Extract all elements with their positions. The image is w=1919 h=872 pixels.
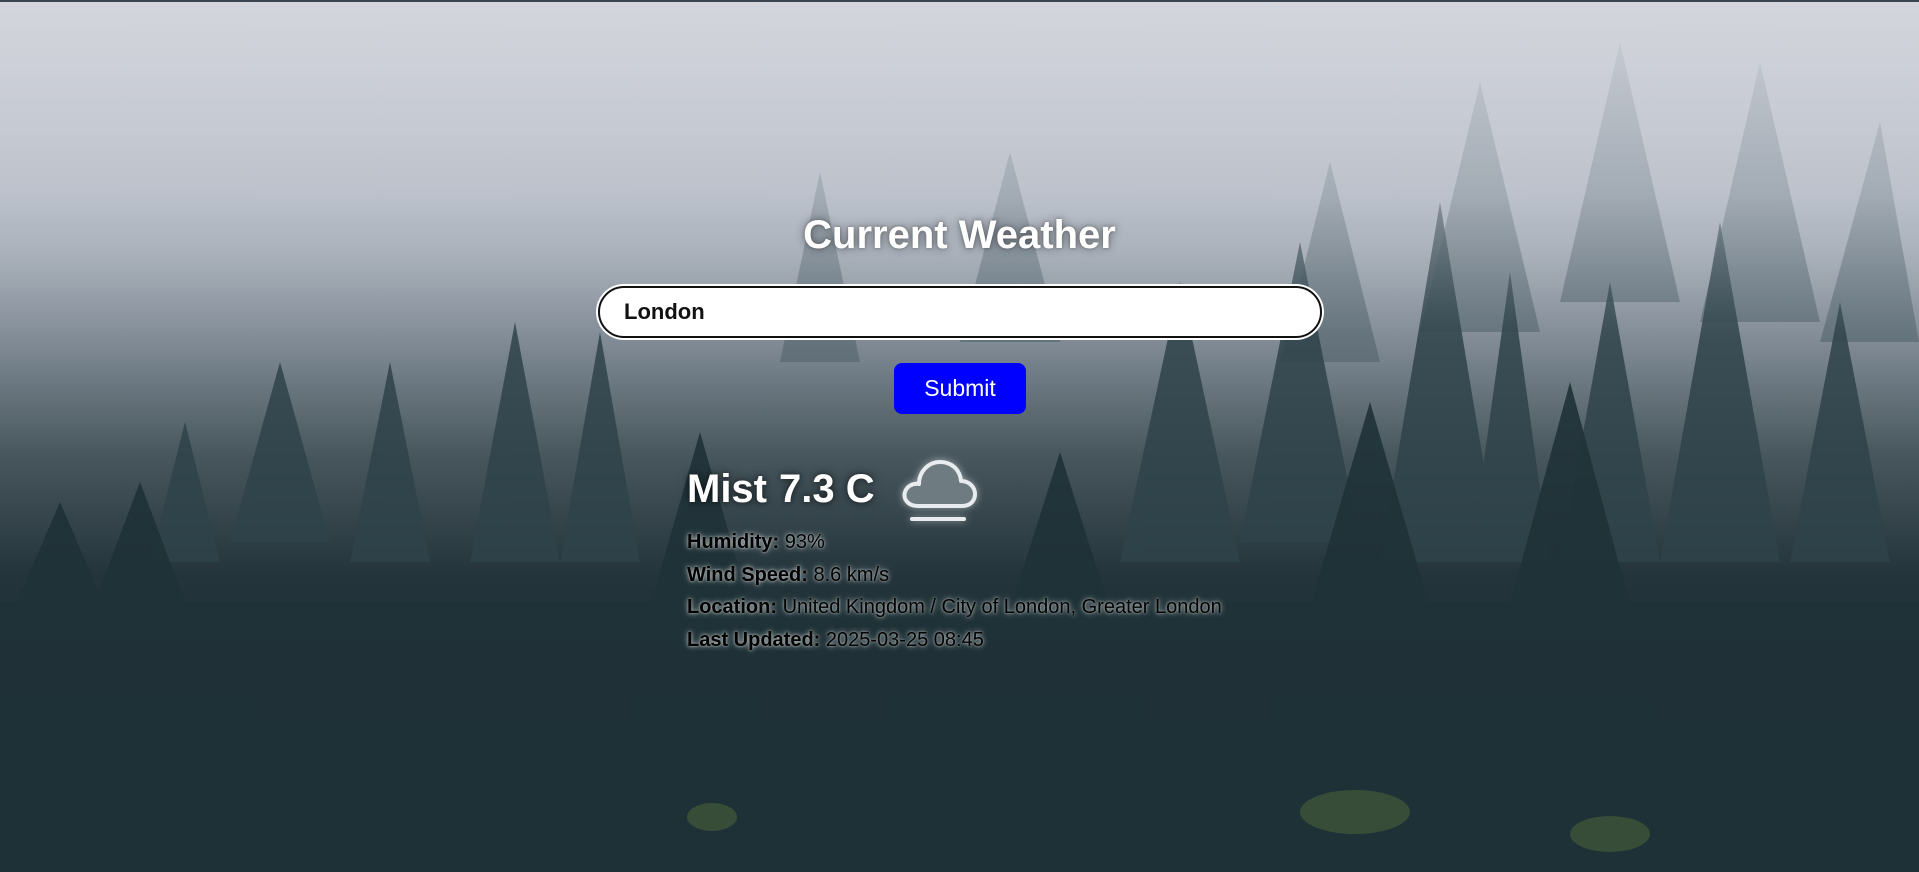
page-title: Current Weather xyxy=(803,213,1116,257)
humidity-value: 93% xyxy=(784,531,825,553)
city-search-input[interactable] xyxy=(598,286,1322,338)
last-updated-label: Last Updated: xyxy=(687,628,821,651)
location-value: United Kingdom / City of London, Greater… xyxy=(782,596,1222,618)
submit-button[interactable]: Submit xyxy=(894,363,1026,414)
location-label: Location: xyxy=(687,596,777,618)
humidity-row: Humidity: 93% xyxy=(687,526,1222,559)
weather-summary: Mist 7.3 C xyxy=(687,467,875,512)
last-updated-value: 2025-03-25 08:45 xyxy=(825,628,984,651)
wind-speed-label: Wind Speed: xyxy=(687,563,808,586)
weather-condition: Mist xyxy=(687,466,767,511)
wind-speed-value: 8.6 km/s xyxy=(813,563,890,586)
cloud-icon xyxy=(902,460,977,521)
wind-speed-row: Wind Speed: 8.6 km/s xyxy=(687,559,1222,592)
weather-details: Humidity: 93% Wind Speed: 8.6 km/s Locat… xyxy=(687,526,1222,656)
location-row: Location: United Kingdom / City of Londo… xyxy=(687,591,1222,624)
humidity-label: Humidity: xyxy=(687,531,780,553)
forest-background xyxy=(0,0,1919,872)
current-weather: Mist 7.3 C xyxy=(687,451,978,527)
weather-temperature: 7.3 C xyxy=(779,466,875,511)
forest-trees-image xyxy=(0,2,1919,872)
last-updated-row: Last Updated: 2025-03-25 08:45 xyxy=(687,624,1222,657)
